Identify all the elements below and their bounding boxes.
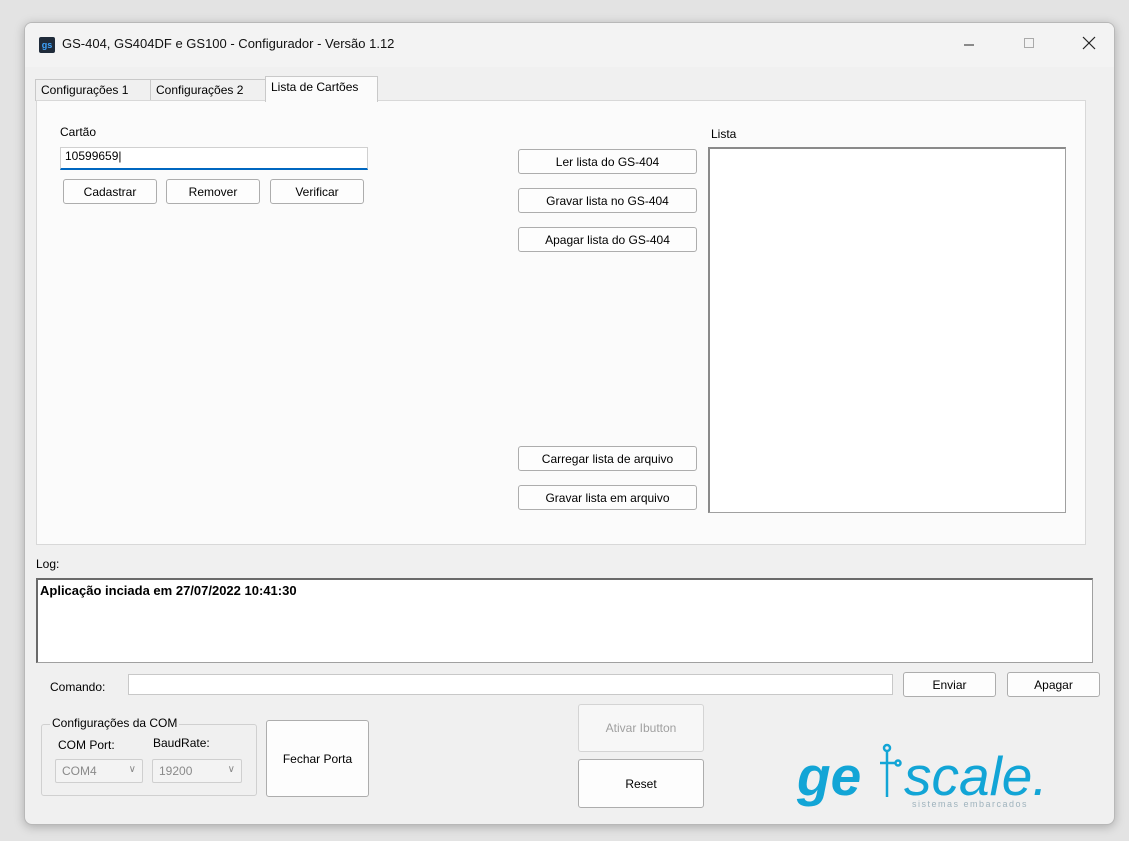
com-port-label: COM Port: bbox=[58, 738, 115, 752]
close-icon bbox=[1082, 36, 1096, 50]
cartao-input[interactable]: 10599659| bbox=[60, 147, 368, 170]
ativar-ibutton-button[interactable]: Ativar Ibutton bbox=[578, 704, 704, 752]
app-logo-icon: gs bbox=[39, 37, 55, 53]
cartao-input-value: 10599659 bbox=[65, 149, 119, 163]
svg-text:ge: ge bbox=[796, 745, 861, 807]
baudrate-value: 19200 bbox=[159, 764, 193, 778]
maximize-icon bbox=[1024, 38, 1034, 48]
tab-lista-de-cartoes[interactable]: Lista de Cartões bbox=[265, 76, 378, 102]
gravar-arquivo-button[interactable]: Gravar lista em arquivo bbox=[518, 485, 697, 510]
cadastrar-button[interactable]: Cadastrar bbox=[63, 179, 157, 204]
com-group-label: Configurações da COM bbox=[50, 716, 180, 730]
comando-input[interactable] bbox=[128, 674, 893, 695]
enviar-button[interactable]: Enviar bbox=[903, 672, 996, 697]
apagar-comando-button[interactable]: Apagar bbox=[1007, 672, 1100, 697]
baudrate-label: BaudRate: bbox=[153, 736, 210, 750]
minimize-button[interactable] bbox=[946, 23, 992, 63]
tab-configuracoes-2[interactable]: Configurações 2 bbox=[150, 79, 266, 101]
verificar-button[interactable]: Verificar bbox=[270, 179, 364, 204]
close-button[interactable] bbox=[1066, 23, 1112, 63]
remover-button[interactable]: Remover bbox=[166, 179, 260, 204]
window-title: GS-404, GS404DF e GS100 - Configurador -… bbox=[62, 36, 395, 51]
log-textbox[interactable]: Aplicação inciada em 27/07/2022 10:41:30 bbox=[36, 578, 1093, 663]
com-port-select[interactable]: COM4 ∨ bbox=[55, 759, 143, 783]
fechar-porta-button[interactable]: Fechar Porta bbox=[266, 720, 369, 797]
app-window: gs GS-404, GS404DF e GS100 - Configurado… bbox=[24, 22, 1115, 825]
getscale-logo: ge scale. sistemas embarcados bbox=[794, 741, 1094, 811]
lista-de-cartoes-panel: Cartão 10599659| Cadastrar Remover Verif… bbox=[36, 100, 1086, 545]
tab-configuracoes-1[interactable]: Configurações 1 bbox=[35, 79, 151, 101]
chevron-down-icon: ∨ bbox=[227, 764, 235, 775]
svg-text:sistemas embarcados: sistemas embarcados bbox=[912, 799, 1028, 809]
minimize-icon bbox=[964, 44, 974, 46]
chevron-down-icon: ∨ bbox=[128, 764, 136, 775]
log-label: Log: bbox=[36, 557, 60, 571]
title-bar: gs GS-404, GS404DF e GS100 - Configurado… bbox=[25, 23, 1114, 67]
svg-text:scale.: scale. bbox=[904, 745, 1048, 807]
lista-label: Lista bbox=[711, 127, 737, 141]
maximize-button[interactable] bbox=[1006, 23, 1052, 63]
com-settings-group: Configurações da COM COM Port: BaudRate:… bbox=[41, 716, 257, 796]
getscale-logo-icon: ge scale. sistemas embarcados bbox=[796, 743, 1048, 809]
log-line: Aplicação inciada em 27/07/2022 10:41:30 bbox=[40, 583, 297, 598]
com-port-value: COM4 bbox=[62, 764, 97, 778]
baudrate-select[interactable]: 19200 ∨ bbox=[152, 759, 242, 783]
comando-label: Comando: bbox=[50, 680, 106, 694]
gravar-lista-button[interactable]: Gravar lista no GS-404 bbox=[518, 188, 697, 213]
carregar-arquivo-button[interactable]: Carregar lista de arquivo bbox=[518, 446, 697, 471]
apagar-lista-button[interactable]: Apagar lista do GS-404 bbox=[518, 227, 697, 252]
cartao-label: Cartão bbox=[60, 125, 97, 139]
cartoes-listbox[interactable] bbox=[708, 147, 1066, 513]
ler-lista-button[interactable]: Ler lista do GS-404 bbox=[518, 149, 697, 174]
reset-button[interactable]: Reset bbox=[578, 759, 704, 808]
